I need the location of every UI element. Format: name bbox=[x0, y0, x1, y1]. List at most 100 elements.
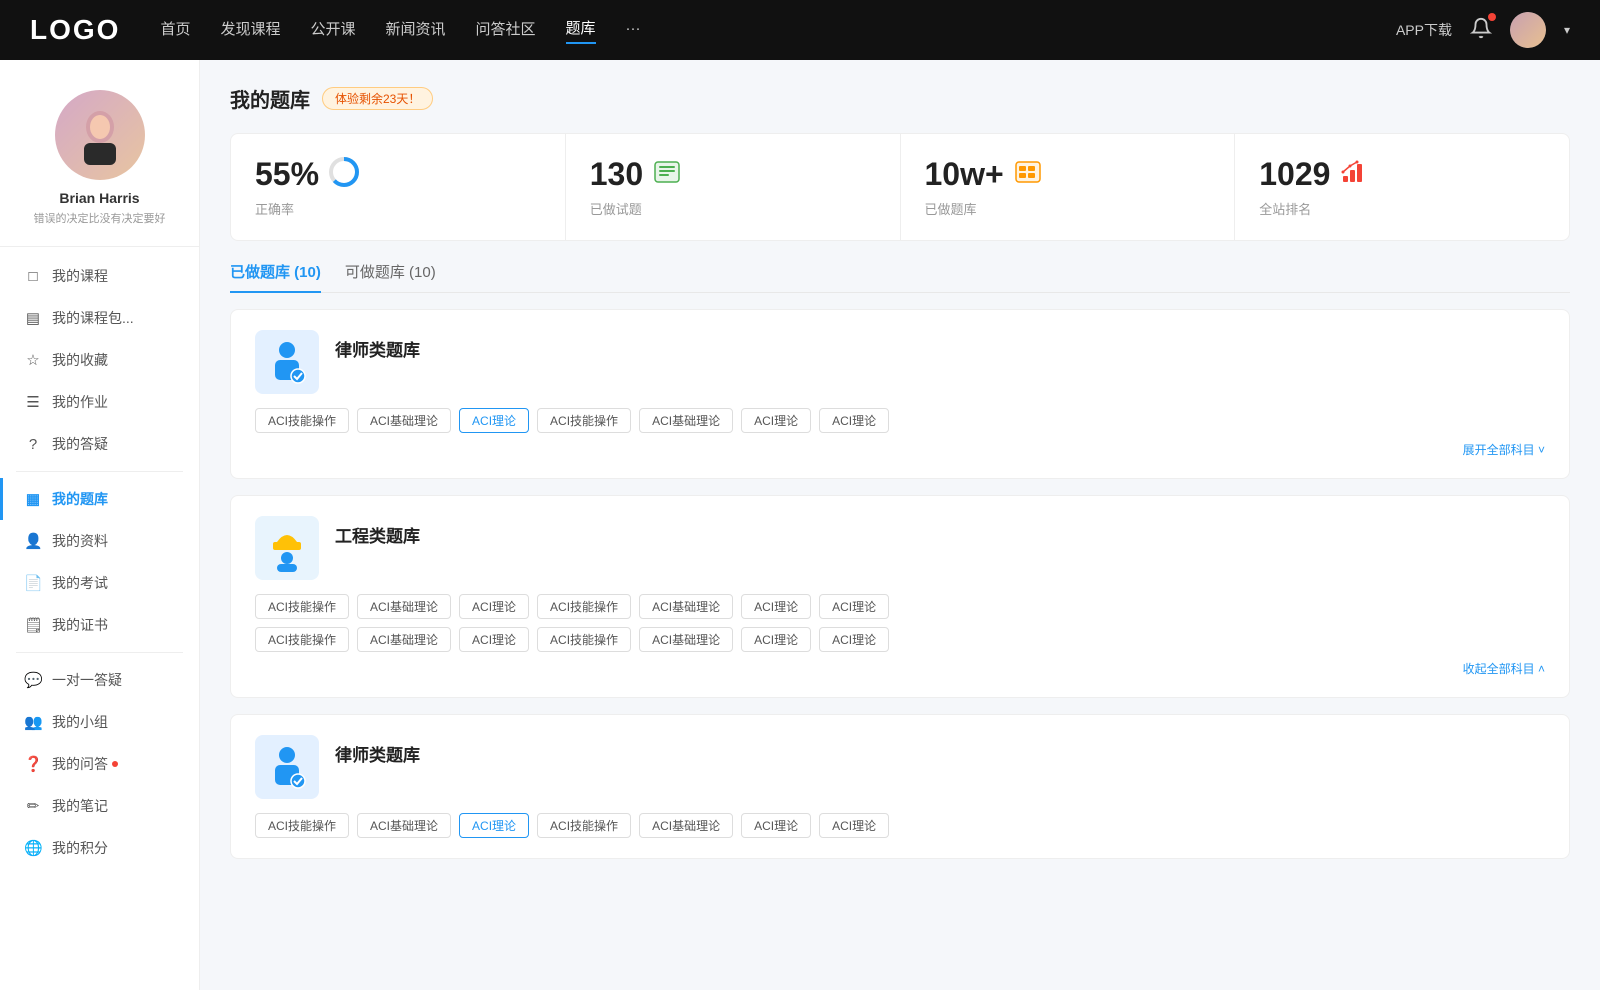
tag-2-13[interactable]: ACI理论 bbox=[741, 627, 811, 652]
tag-1-5[interactable]: ACI基础理论 bbox=[639, 408, 733, 433]
tag-2-14[interactable]: ACI理论 bbox=[819, 627, 889, 652]
tag-1-3[interactable]: ACI理论 bbox=[459, 408, 529, 433]
tag-2-12[interactable]: ACI基础理论 bbox=[639, 627, 733, 652]
sidebar-item-my-packages[interactable]: ▤ 我的课程包... bbox=[0, 297, 199, 339]
qbank-header-1: 律师类题库 bbox=[255, 330, 1545, 394]
qbank-info-2: 工程类题库 bbox=[335, 516, 420, 547]
tab-available-qbank[interactable]: 可做题库 (10) bbox=[345, 261, 436, 292]
stat-top-1: 55% bbox=[255, 156, 541, 193]
expand-link-1[interactable]: 展开全部科目 ˅ bbox=[255, 441, 1545, 458]
tag-3-4[interactable]: ACI技能操作 bbox=[537, 813, 631, 838]
navbar: LOGO 首页 发现课程 公开课 新闻资讯 问答社区 题库 ··· APP下载 … bbox=[0, 0, 1600, 60]
tag-2-1[interactable]: ACI技能操作 bbox=[255, 594, 349, 619]
main-layout: Brian Harris 错误的决定比没有决定要好 □ 我的课程 ▤ 我的课程包… bbox=[0, 60, 1600, 990]
tag-1-1[interactable]: ACI技能操作 bbox=[255, 408, 349, 433]
tag-2-4[interactable]: ACI技能操作 bbox=[537, 594, 631, 619]
tag-2-9[interactable]: ACI基础理论 bbox=[357, 627, 451, 652]
sidebar-label-my-profile: 我的资料 bbox=[52, 531, 108, 551]
sidebar-item-my-qa[interactable]: ? 我的答疑 bbox=[0, 423, 199, 465]
notes-icon: ✏ bbox=[24, 797, 42, 815]
nav-qbank[interactable]: 题库 bbox=[566, 17, 596, 44]
homework-icon: ☰ bbox=[24, 393, 42, 411]
trial-badge: 体验剩余23天！ bbox=[322, 87, 433, 110]
bell-badge bbox=[1488, 13, 1496, 21]
bar-chart-icon bbox=[1340, 158, 1368, 192]
sidebar-menu: □ 我的课程 ▤ 我的课程包... ☆ 我的收藏 ☰ 我的作业 ? 我的答疑 ▦ bbox=[0, 247, 199, 877]
unread-dot bbox=[112, 761, 118, 767]
tag-2-8[interactable]: ACI技能操作 bbox=[255, 627, 349, 652]
sidebar: Brian Harris 错误的决定比没有决定要好 □ 我的课程 ▤ 我的课程包… bbox=[0, 60, 200, 990]
qbank-title-1: 律师类题库 bbox=[335, 336, 420, 361]
tags-row-1: ACI技能操作 ACI基础理论 ACI理论 ACI技能操作 ACI基础理论 AC… bbox=[255, 408, 1545, 433]
tag-3-1[interactable]: ACI技能操作 bbox=[255, 813, 349, 838]
sidebar-item-my-homework[interactable]: ☰ 我的作业 bbox=[0, 381, 199, 423]
sidebar-item-my-qbank[interactable]: ▦ 我的题库 bbox=[0, 478, 199, 520]
stat-done-qbank: 10w+ 已做题库 bbox=[901, 134, 1236, 240]
tag-3-6[interactable]: ACI理论 bbox=[741, 813, 811, 838]
sidebar-label-my-courses: 我的课程 bbox=[52, 266, 108, 286]
nav-qa[interactable]: 问答社区 bbox=[476, 18, 536, 43]
sidebar-label-my-qbank: 我的题库 bbox=[52, 489, 108, 509]
pie-chart-icon bbox=[329, 157, 359, 193]
profile-tagline: 错误的决定比没有决定要好 bbox=[34, 210, 166, 226]
profile-icon: 👤 bbox=[24, 532, 42, 550]
app-download-link[interactable]: APP下载 bbox=[1396, 20, 1452, 40]
tag-3-2[interactable]: ACI基础理论 bbox=[357, 813, 451, 838]
stat-label-done: 已做试题 bbox=[590, 199, 876, 218]
nav-more[interactable]: ··· bbox=[626, 20, 641, 41]
tag-2-10[interactable]: ACI理论 bbox=[459, 627, 529, 652]
user-avatar[interactable] bbox=[1510, 12, 1546, 48]
tag-3-3[interactable]: ACI理论 bbox=[459, 813, 529, 838]
courses-icon: □ bbox=[24, 268, 42, 285]
sidebar-item-one-on-one[interactable]: 💬 一对一答疑 bbox=[0, 659, 199, 701]
sidebar-item-my-certs[interactable]: 🗒 我的证书 bbox=[0, 604, 199, 646]
qbank-card-3: 律师类题库 ACI技能操作 ACI基础理论 ACI理论 ACI技能操作 ACI基… bbox=[230, 714, 1570, 859]
collapse-link-2[interactable]: 收起全部科目 ˄ bbox=[255, 660, 1545, 677]
sidebar-item-my-groups[interactable]: 👥 我的小组 bbox=[0, 701, 199, 743]
nav-home[interactable]: 首页 bbox=[160, 18, 190, 43]
logo[interactable]: LOGO bbox=[30, 14, 120, 46]
nav-discover[interactable]: 发现课程 bbox=[220, 18, 280, 43]
sidebar-item-my-exams[interactable]: 📄 我的考试 bbox=[0, 562, 199, 604]
grid-icon bbox=[1014, 158, 1042, 192]
sidebar-item-my-questions[interactable]: ❓ 我的问答 bbox=[0, 743, 199, 785]
sidebar-item-my-notes[interactable]: ✏ 我的笔记 bbox=[0, 785, 199, 827]
sidebar-item-my-favorites[interactable]: ☆ 我的收藏 bbox=[0, 339, 199, 381]
tag-3-5[interactable]: ACI基础理论 bbox=[639, 813, 733, 838]
nav-news[interactable]: 新闻资讯 bbox=[386, 18, 446, 43]
tag-1-7[interactable]: ACI理论 bbox=[819, 408, 889, 433]
one-on-one-icon: 💬 bbox=[24, 671, 42, 689]
menu-divider-2 bbox=[16, 652, 183, 653]
stat-label-correctness: 正确率 bbox=[255, 199, 541, 218]
tab-done-qbank[interactable]: 已做题库 (10) bbox=[230, 261, 321, 292]
tag-2-5[interactable]: ACI基础理论 bbox=[639, 594, 733, 619]
tag-1-4[interactable]: ACI技能操作 bbox=[537, 408, 631, 433]
stats-row: 55% 正确率 130 bbox=[230, 133, 1570, 241]
tags-row-2b: ACI技能操作 ACI基础理论 ACI理论 ACI技能操作 ACI基础理论 AC… bbox=[255, 627, 1545, 652]
qbank-header-3: 律师类题库 bbox=[255, 735, 1545, 799]
engineer-icon-svg bbox=[265, 524, 309, 572]
sidebar-label-my-notes: 我的笔记 bbox=[52, 796, 108, 816]
tag-2-11[interactable]: ACI技能操作 bbox=[537, 627, 631, 652]
page-title: 我的题库 bbox=[230, 84, 310, 113]
sidebar-label-my-points: 我的积分 bbox=[52, 838, 108, 858]
tag-3-7[interactable]: ACI理论 bbox=[819, 813, 889, 838]
tag-2-3[interactable]: ACI理论 bbox=[459, 594, 529, 619]
user-dropdown-arrow[interactable]: ▾ bbox=[1564, 23, 1570, 37]
groups-icon: 👥 bbox=[24, 713, 42, 731]
sidebar-item-my-courses[interactable]: □ 我的课程 bbox=[0, 255, 199, 297]
qbank-card-2: 工程类题库 ACI技能操作 ACI基础理论 ACI理论 ACI技能操作 ACI基… bbox=[230, 495, 1570, 698]
tag-1-6[interactable]: ACI理论 bbox=[741, 408, 811, 433]
nav-open-course[interactable]: 公开课 bbox=[310, 18, 355, 43]
tag-2-6[interactable]: ACI理论 bbox=[741, 594, 811, 619]
sidebar-item-my-profile[interactable]: 👤 我的资料 bbox=[0, 520, 199, 562]
tag-2-2[interactable]: ACI基础理论 bbox=[357, 594, 451, 619]
qbank-title-2: 工程类题库 bbox=[335, 522, 420, 547]
notification-bell[interactable] bbox=[1470, 17, 1492, 44]
tag-1-2[interactable]: ACI基础理论 bbox=[357, 408, 451, 433]
stat-top-3: 10w+ bbox=[925, 156, 1211, 193]
menu-divider-1 bbox=[16, 471, 183, 472]
certs-icon: 🗒 bbox=[24, 616, 42, 634]
sidebar-item-my-points[interactable]: 🌐 我的积分 bbox=[0, 827, 199, 869]
tag-2-7[interactable]: ACI理论 bbox=[819, 594, 889, 619]
